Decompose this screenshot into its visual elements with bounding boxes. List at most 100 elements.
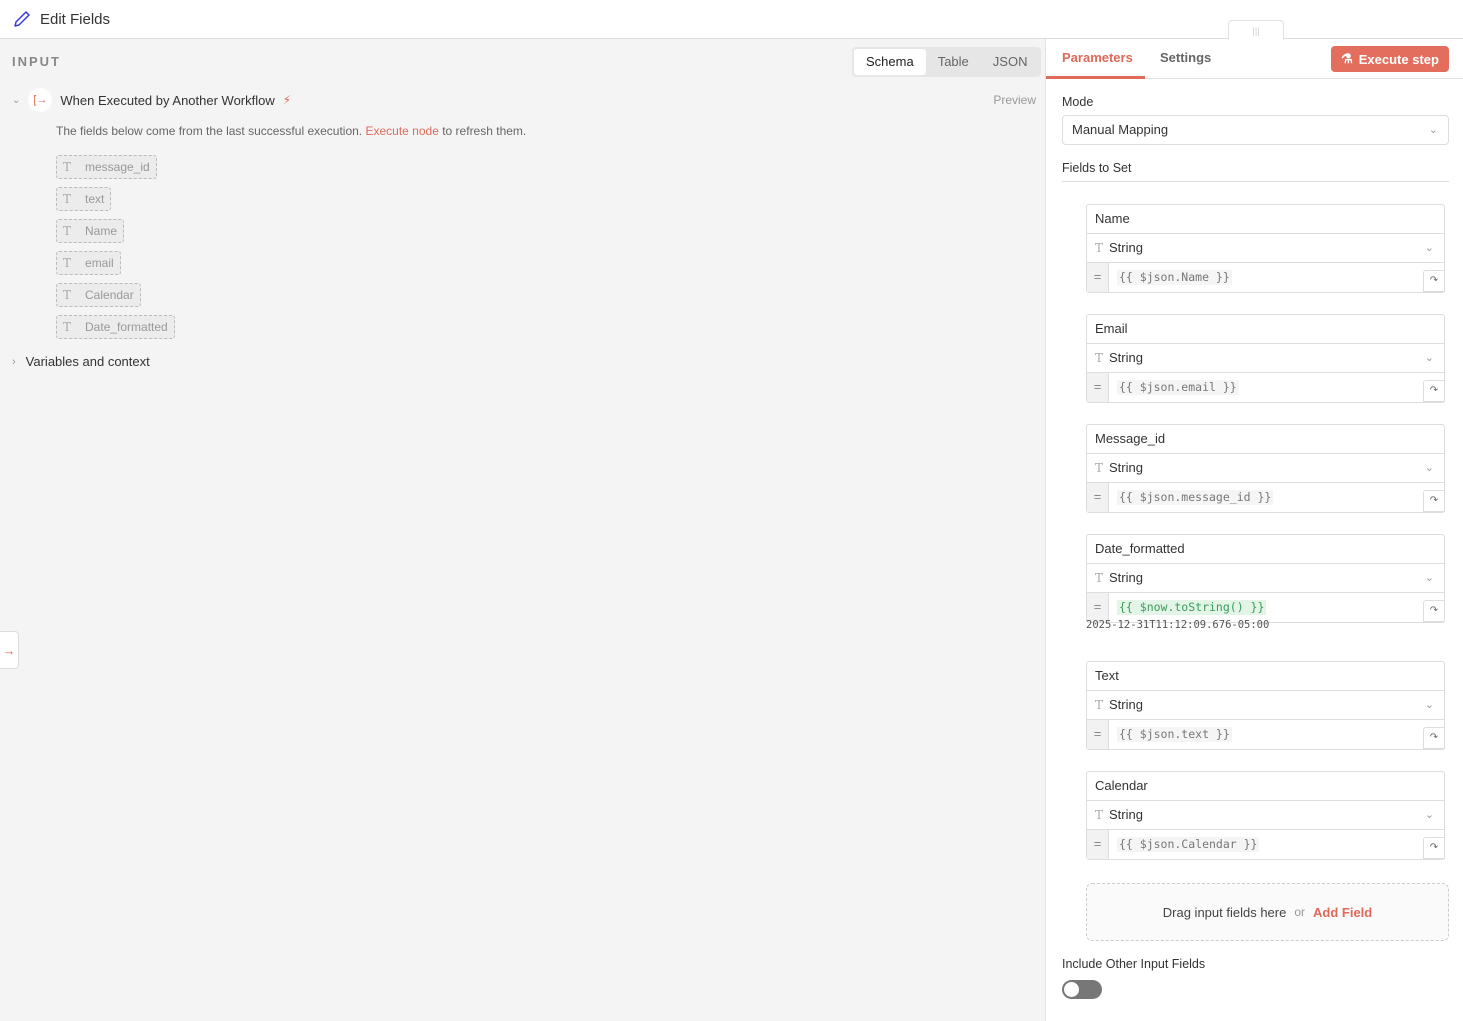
field-assignment: Calendar T String ⌄ = {{ $json.Calendar }} ↷ <box>1086 771 1445 860</box>
expression-value: {{ $json.Name }} <box>1117 270 1232 285</box>
expression-value: {{ $json.message_id }} <box>1117 490 1274 505</box>
field-value-input[interactable]: = {{ $json.Calendar }} ↷ <box>1087 830 1445 859</box>
schema-fields: Tmessage_id Ttext T Name Temail T Calendar T Dat… <box>56 155 175 347</box>
string-type-icon: T <box>1095 698 1104 712</box>
collapse-arrow-icon[interactable]: → <box>0 631 19 669</box>
chevron-down-icon: ⌄ <box>1424 699 1434 711</box>
view-switcher: Schema Table JSON <box>852 47 1042 77</box>
field-value-input[interactable]: = {{ $json.message_id }} ↷ <box>1087 483 1445 512</box>
schema-field-pill[interactable]: Ttext <box>56 187 112 211</box>
divider <box>1062 181 1449 182</box>
mode-label: Mode <box>1062 95 1094 109</box>
field-value-input[interactable]: = {{ $json.Name }} ↷ <box>1087 263 1445 292</box>
expression-equals-icon: = <box>1087 483 1109 512</box>
field-type-value: String <box>1109 350 1143 365</box>
field-name-input[interactable]: Calendar <box>1087 772 1444 801</box>
chevron-down-icon: ⌄ <box>1424 242 1434 254</box>
parameters-panel: Parameters Settings ⚗ Execute step Mode … <box>1046 39 1463 1021</box>
tab-parameters[interactable]: Parameters <box>1062 50 1133 65</box>
field-assignment: Text T String ⌄ = {{ $json.text }} ↷ <box>1086 661 1445 750</box>
schema-field-pill[interactable]: Temail <box>56 251 121 275</box>
execute-step-button[interactable]: ⚗ Execute step <box>1331 46 1449 72</box>
field-name: Name <box>85 224 118 238</box>
field-value-input[interactable]: = {{ $now.toString() }} ↷ <box>1087 593 1445 622</box>
fields-to-set-label: Fields to Set <box>1062 161 1132 175</box>
field-name-input[interactable]: Text <box>1087 662 1444 691</box>
field-name-input[interactable]: Name <box>1087 205 1444 234</box>
expression-value: {{ $now.toString() }} <box>1117 600 1267 615</box>
add-field-button[interactable]: Add Field <box>1313 905 1372 920</box>
schema-field-pill[interactable]: T Date_formatted <box>56 315 175 339</box>
field-assignment: Message_id T String ⌄ = {{ $json.message_id… <box>1086 424 1445 513</box>
panel-drag-handle[interactable]: ||| <box>1228 20 1284 40</box>
note-text: The fields below come from the last succ… <box>56 124 363 138</box>
chevron-down-icon: ⌄ <box>1424 352 1434 364</box>
schema-field-pill[interactable]: Tmessage_id <box>56 155 157 179</box>
expression-value: {{ $json.email }} <box>1117 380 1239 395</box>
open-expression-editor-icon[interactable]: ↷ <box>1423 727 1445 749</box>
expression-value: {{ $json.text }} <box>1117 727 1232 742</box>
field-type-select[interactable]: T String ⌄ <box>1087 454 1444 483</box>
open-expression-editor-icon[interactable]: ↷ <box>1423 600 1445 622</box>
schema-field-pill[interactable]: T Name <box>56 219 125 243</box>
string-type-icon: T <box>63 320 72 334</box>
field-name-input[interactable]: Email <box>1087 315 1444 344</box>
field-name-input[interactable]: Date_formatted <box>1087 535 1444 564</box>
field-name: message_id <box>85 160 150 174</box>
expression-equals-icon: = <box>1087 263 1109 292</box>
field-name: Date_formatted <box>85 320 168 334</box>
execute-node-link[interactable]: Execute node <box>365 124 438 138</box>
mode-select[interactable]: Manual Mapping ⌄ <box>1062 115 1449 145</box>
open-expression-editor-icon[interactable]: ↷ <box>1423 837 1445 859</box>
trigger-icon: [→ <box>28 88 53 112</box>
field-name-input[interactable]: Message_id <box>1087 425 1444 454</box>
execution-note: The fields below come from the last succ… <box>56 124 526 138</box>
schema-field-pill[interactable]: T Calendar <box>56 283 141 307</box>
chevron-right-icon: › <box>12 355 16 368</box>
field-type-select[interactable]: T String ⌄ <box>1087 564 1444 593</box>
trigger-node-row[interactable]: ⌄ [→ When Executed by Another Workflow ⚡… <box>12 88 291 112</box>
execute-step-label: Execute step <box>1358 51 1439 67</box>
view-schema[interactable]: Schema <box>854 49 926 75</box>
include-other-fields-label: Include Other Input Fields <box>1062 957 1206 971</box>
field-value-input[interactable]: = {{ $json.email }} ↷ <box>1087 373 1445 402</box>
field-type-value: String <box>1109 807 1143 822</box>
tabs: Parameters Settings ⚗ Execute step <box>1046 39 1463 79</box>
note-text-end: to refresh them. <box>442 124 527 138</box>
field-type-select[interactable]: T String ⌄ <box>1087 344 1444 373</box>
string-type-icon: T <box>1095 241 1104 255</box>
mode-value: Manual Mapping <box>1072 122 1169 137</box>
drop-text: Drag input fields here <box>1162 904 1287 920</box>
tab-settings[interactable]: Settings <box>1160 50 1211 65</box>
view-table[interactable]: Table <box>926 49 981 75</box>
field-type-select[interactable]: T String ⌄ <box>1087 801 1444 830</box>
field-type-value: String <box>1109 570 1143 585</box>
preview-label: Preview <box>993 93 1036 107</box>
lightning-icon: ⚡︎ <box>282 93 292 107</box>
chevron-down-icon: ⌄ <box>1424 809 1434 821</box>
open-expression-editor-icon[interactable]: ↷ <box>1423 380 1445 402</box>
open-expression-editor-icon[interactable]: ↷ <box>1423 270 1445 292</box>
active-tab-indicator <box>1046 76 1145 79</box>
drop-zone[interactable]: Drag input fields here or Add Field <box>1086 883 1449 941</box>
open-expression-editor-icon[interactable]: ↷ <box>1423 490 1445 512</box>
variables-and-context[interactable]: › Variables and context <box>12 354 150 369</box>
field-value-input[interactable]: = {{ $json.text }} ↷ <box>1087 720 1445 749</box>
field-type-select[interactable]: T String ⌄ <box>1087 691 1444 720</box>
node-title[interactable]: Edit Fields <box>40 11 110 28</box>
expression-equals-icon: = <box>1087 720 1109 749</box>
field-type-select[interactable]: T String ⌄ <box>1087 234 1444 263</box>
field-type-value: String <box>1109 460 1143 475</box>
include-other-fields-toggle[interactable] <box>1062 980 1102 999</box>
expression-result-hint: 2025-12-31T11:12:09.676-05:00 <box>1086 619 1270 631</box>
field-name: email <box>85 256 114 270</box>
chevron-down-icon[interactable]: ⌄ <box>12 95 20 106</box>
string-type-icon: T <box>63 192 72 206</box>
input-label: INPUT <box>12 54 61 69</box>
expression-equals-icon: = <box>1087 373 1109 402</box>
pencil-icon <box>14 11 30 27</box>
string-type-icon: T <box>63 224 72 238</box>
view-json[interactable]: JSON <box>981 49 1040 75</box>
trigger-name: When Executed by Another Workflow <box>60 92 275 108</box>
expression-equals-icon: = <box>1087 593 1109 622</box>
